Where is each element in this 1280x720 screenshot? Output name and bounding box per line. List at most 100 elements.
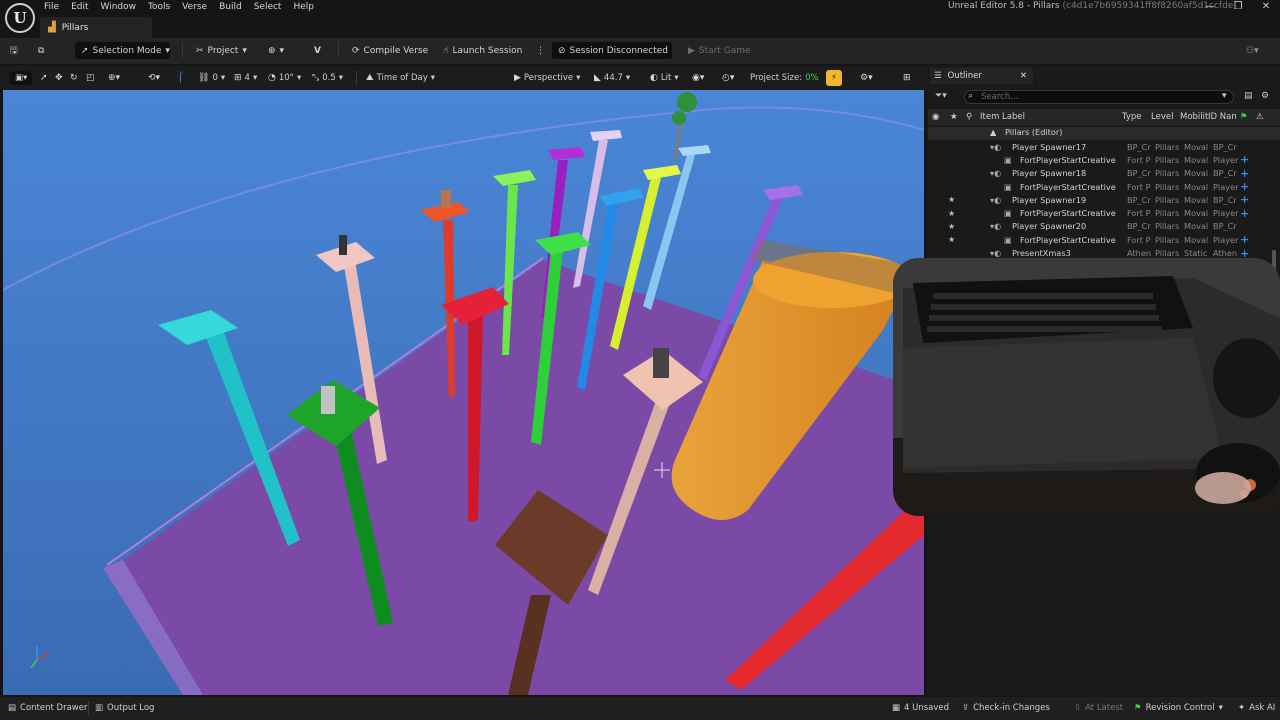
content-drawer-button[interactable]: ▤ Content Drawer — [8, 703, 87, 713]
add-folder-icon[interactable]: ▤ — [1244, 91, 1253, 101]
player-start-icon: ▣ — [1004, 234, 1012, 245]
scale-snap-dropdown[interactable]: ⤡ 0.5 ▾ — [312, 71, 343, 85]
add-icon[interactable]: + — [1240, 153, 1249, 166]
angle-icon: ◔ — [268, 73, 276, 83]
menu-tools[interactable]: Tools — [142, 1, 176, 13]
visibility-icon[interactable]: ◉ — [932, 112, 939, 122]
pin-icon[interactable]: ⚲ — [966, 112, 972, 122]
filter-icon[interactable]: ⏷▾ — [935, 91, 947, 101]
close-window-icon[interactable]: ✕ — [1254, 1, 1278, 12]
time-of-day-dropdown[interactable]: ⛰ Time of Day ▾ — [366, 71, 435, 85]
at-latest-button[interactable]: ⇩ At Latest — [1074, 703, 1123, 713]
outliner-row[interactable]: ★ ▾◐ Player Spawner20 BP_Cr Pillars Moval BP_C… — [928, 220, 1268, 233]
menu-help[interactable]: Help — [287, 1, 320, 13]
level-viewport[interactable] — [3, 90, 924, 695]
grid-snap-dropdown[interactable]: ⊞ 4 ▾ — [234, 71, 257, 85]
scale-tool-icon[interactable]: ◰ — [86, 71, 95, 85]
project-icon: ✂ — [196, 45, 204, 56]
revision-control-dropdown[interactable]: ⚑ Revision Control ▾ — [1134, 703, 1223, 713]
add-actor-dropdown[interactable]: ⊕ ▾ — [268, 42, 284, 59]
col-level[interactable]: Level — [1151, 112, 1173, 122]
webcam-overlay — [893, 258, 1280, 516]
start-game-button[interactable]: ▶ Start Game — [688, 42, 751, 59]
col-mobility[interactable]: Mobilit — [1180, 112, 1208, 122]
col-item-label[interactable]: Item Label — [980, 112, 1025, 122]
favorite-star-icon[interactable]: ★ — [948, 235, 955, 244]
search-chevron-down-icon[interactable]: ▾ — [1222, 91, 1227, 101]
unsaved-button[interactable]: ▦ 4 Unsaved — [892, 703, 949, 713]
selection-mode-dropdown[interactable]: ➚ Selection Mode ▾ — [75, 42, 170, 59]
save-icon[interactable]: 🖫 — [10, 42, 18, 59]
view-mode-dropdown[interactable]: ◐ Lit ▾ — [650, 71, 679, 85]
users-icon[interactable]: ⚇▾ — [1246, 42, 1259, 59]
outliner-tab[interactable]: ☰ Outliner ✕ — [930, 68, 1033, 84]
viewport-options-button[interactable]: ▣▾ — [10, 71, 33, 85]
menu-select[interactable]: Select — [248, 1, 288, 13]
show-flags-dropdown[interactable]: ◉▾ — [692, 71, 704, 85]
unreal-logo-icon[interactable]: U — [5, 3, 35, 33]
menu-window[interactable]: Window — [95, 1, 143, 13]
rotation-snap-dropdown[interactable]: ⛓ 0 ▾ — [198, 71, 225, 85]
layout-icon[interactable]: ⊞ — [903, 71, 911, 85]
chevron-down-icon: ▾ — [1218, 703, 1223, 713]
lit-label: Lit — [660, 73, 672, 83]
add-icon[interactable]: + — [1240, 207, 1249, 220]
move-tool-icon[interactable]: ✥ — [55, 71, 63, 85]
col-type[interactable]: Type — [1122, 112, 1142, 122]
add-icon[interactable]: + — [1240, 233, 1249, 246]
select-tool-icon[interactable]: ➚ — [40, 71, 48, 85]
outliner-row[interactable]: ▾◐ Player Spawner17 BP_Cr Pillars Moval BP_Cr — [928, 140, 1268, 153]
outliner-search-input[interactable]: Search... — [964, 90, 1234, 104]
minimize-icon[interactable]: — — [1198, 1, 1222, 12]
session-status[interactable]: ⊘ Session Disconnected — [552, 42, 672, 59]
outliner-row[interactable]: ★ ▣ FortPlayerStartCreative Fort P Pillars Mo… — [928, 233, 1268, 246]
perspective-dropdown[interactable]: ▶ Perspective ▾ — [514, 71, 580, 85]
add-icon[interactable]: + — [1240, 180, 1249, 193]
verse-icon[interactable]: V — [314, 42, 321, 59]
realtime-icon[interactable]: ⚡ — [826, 70, 842, 86]
outliner-settings-icon[interactable]: ⚙ — [1261, 91, 1269, 101]
settings-icon[interactable]: ⚙▾ — [860, 71, 873, 85]
col-id-name[interactable]: ID Nan — [1208, 112, 1237, 122]
menu-build[interactable]: Build — [213, 1, 248, 13]
outliner-row-label: FortPlayerStartCreative — [1020, 154, 1116, 165]
outliner-cell-mobility: Moval — [1184, 194, 1209, 205]
maximize-icon[interactable]: ❐ — [1226, 1, 1250, 12]
add-icon[interactable]: + — [1240, 193, 1249, 206]
favorite-icon[interactable]: ★ — [950, 112, 958, 122]
menu-file[interactable]: File — [38, 1, 65, 13]
project-dropdown[interactable]: ✂ Project ▾ — [196, 42, 247, 59]
outliner-row[interactable]: ▣ FortPlayerStartCreative Fort P Pillars Mov… — [928, 180, 1268, 193]
menu-verse[interactable]: Verse — [176, 1, 213, 13]
angle-snap-dropdown[interactable]: ◔ 10° ▾ — [268, 71, 301, 85]
check-in-button[interactable]: ⇪ Check-in Changes — [962, 703, 1050, 713]
level-tab[interactable]: ▟ Pillars — [40, 17, 152, 38]
output-log-button[interactable]: ▥ Output Log — [95, 703, 154, 713]
launch-session-button[interactable]: ☝ Launch Session — [443, 42, 522, 59]
performance-dropdown[interactable]: ◴▾ — [722, 71, 734, 85]
ask-ai-button[interactable]: ✦ Ask AI — [1238, 703, 1275, 713]
more-options-icon[interactable]: ⋮ — [536, 42, 545, 59]
root-label: Pillars (Editor) — [1005, 127, 1063, 137]
snap-toggle-icon[interactable]: ⌠ — [178, 71, 183, 85]
outliner-row[interactable]: ★ ▣ FortPlayerStartCreative Fort P Pillars Mo… — [928, 207, 1268, 220]
outliner-cell-type: BP_Cr — [1127, 221, 1151, 232]
rotate-tool-icon[interactable]: ↻ — [70, 71, 78, 85]
menu-edit[interactable]: Edit — [65, 1, 94, 13]
surface-snap-icon[interactable]: ⟲▾ — [148, 71, 160, 85]
compile-verse-button[interactable]: ⟳ Compile Verse — [352, 42, 428, 59]
outliner-row[interactable]: ▾◐ Player Spawner18 BP_Cr Pillars Moval BP_Cr… — [928, 167, 1268, 180]
add-icon[interactable]: + — [1240, 167, 1249, 180]
outliner-row[interactable]: ★ ▾◐ Player Spawner19 BP_Cr Pillars Moval BP_C… — [928, 193, 1268, 206]
close-tab-icon[interactable]: ✕ — [1020, 71, 1027, 81]
browse-icon[interactable]: ⧉ — [38, 42, 44, 59]
outliner-root-row[interactable]: ▲ Pillars (Editor) — [928, 127, 1280, 140]
gauge-icon: ◴▾ — [722, 73, 735, 83]
outliner-cell-type: Fort P — [1127, 154, 1151, 165]
favorite-star-icon[interactable]: ★ — [948, 222, 955, 231]
world-space-icon[interactable]: ⊕▾ — [108, 71, 120, 85]
fov-dropdown[interactable]: ◣ 44.7 ▾ — [594, 71, 630, 85]
outliner-row[interactable]: ▣ FortPlayerStartCreative Fort P Pillars Mov… — [928, 153, 1268, 166]
favorite-star-icon[interactable]: ★ — [948, 195, 955, 204]
favorite-star-icon[interactable]: ★ — [948, 209, 955, 218]
